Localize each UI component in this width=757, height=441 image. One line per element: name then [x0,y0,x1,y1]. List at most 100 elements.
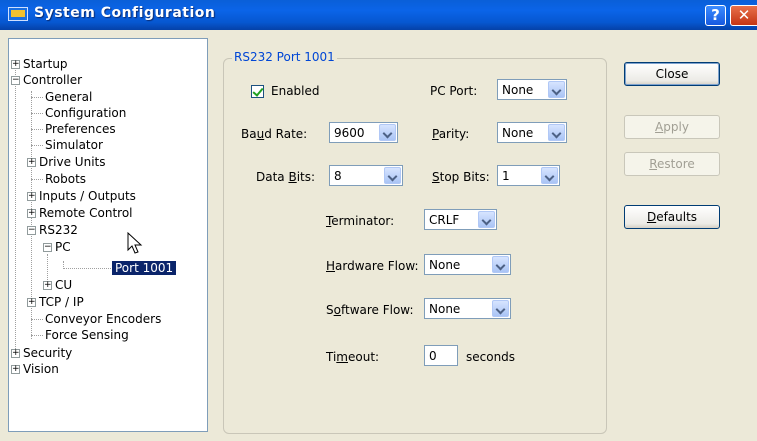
software-flow-select[interactable]: None [424,298,511,319]
help-button[interactable]: ? [705,5,726,26]
expand-icon[interactable]: + [27,158,36,167]
collapse-icon[interactable]: − [27,226,36,235]
tree-label: Conveyor Encoders [45,312,162,326]
title-bar[interactable]: System Configuration ? ✕ [0,0,757,30]
enabled-checkbox[interactable] [251,85,264,98]
restore-button[interactable]: Restore [624,152,720,176]
apply-button[interactable]: Apply [624,115,720,139]
stop-bits-label: Stop Bits: [432,170,490,184]
hardware-flow-label: Hardware Flow: [326,259,419,273]
dropdown-arrow-icon[interactable] [541,167,558,184]
tree-label: Vision [23,362,59,376]
tree-label: Security [23,346,73,360]
tree-connector [31,179,43,180]
expand-icon[interactable]: + [11,349,20,358]
tree-label: Configuration [45,106,127,120]
dropdown-arrow-icon[interactable] [492,300,509,317]
tree-label: Controller [23,73,83,87]
dropdown-arrow-icon[interactable] [478,211,495,228]
defaults-button[interactable]: Defaults [624,205,720,229]
tree-connector [31,145,43,146]
tree-connector [31,319,43,320]
tree-connector [31,129,43,130]
tree-label: Inputs / Outputs [39,189,136,203]
settings-tree[interactable]: + Startup − Controller General Configura… [8,38,208,432]
tree-connector [15,67,16,353]
data-bits-select[interactable]: 8 [329,165,403,186]
close-window-button[interactable]: ✕ [730,5,757,26]
parity-select[interactable]: None [497,122,567,143]
pc-port-select[interactable]: None [497,79,567,100]
tree-item-port-1001[interactable]: Port 1001 [112,260,177,276]
expand-icon[interactable]: + [27,209,36,218]
tree-connector [31,97,43,98]
dropdown-arrow-icon[interactable] [548,124,565,141]
tree-label: Remote Control [39,206,133,220]
close-button[interactable]: Close [624,62,720,86]
combo-value: None [502,126,534,140]
tree-label: Startup [23,57,68,71]
parity-label: Parity: [432,127,470,141]
expand-icon[interactable]: + [27,192,36,201]
timeout-label: Timeout: [326,350,380,364]
app-icon [8,7,28,21]
system-configuration-window: System Configuration ? ✕ + Startup − Con… [0,0,757,441]
combo-value: None [429,302,461,316]
tree-label: TCP / IP [39,295,84,309]
tree-item-robots[interactable]: Robots [45,171,86,187]
data-bits-label: Data Bits: [256,170,316,184]
combo-value: 1 [502,169,510,183]
tree-item-force-sensing[interactable]: Force Sensing [45,327,129,343]
baud-rate-label: Baud Rate: [241,127,308,141]
tree-label: Preferences [45,122,116,136]
close-icon: ✕ [737,6,751,24]
dropdown-arrow-icon[interactable] [492,256,509,273]
hardware-flow-select[interactable]: None [424,254,511,275]
tree-label: CU [55,278,73,292]
combo-value: CRLF [429,213,460,227]
tree-connector [31,335,43,336]
help-icon: ? [711,6,720,24]
tree-item-preferences[interactable]: Preferences [45,121,116,137]
expand-icon[interactable]: + [27,298,36,307]
dropdown-arrow-icon[interactable] [548,81,565,98]
terminator-select[interactable]: CRLF [424,209,497,230]
combo-value: 9600 [334,126,365,140]
tree-item-general[interactable]: General [45,89,92,105]
timeout-unit: seconds [466,350,516,364]
combo-value: None [429,258,461,272]
combo-value: None [502,83,534,97]
tree-item-conveyor-encoders[interactable]: Conveyor Encoders [45,311,161,327]
baud-rate-select[interactable]: 9600 [329,122,398,143]
expand-icon[interactable]: + [43,281,52,290]
expand-icon[interactable]: + [11,365,20,374]
tree-label: Robots [45,172,87,186]
dropdown-arrow-icon[interactable] [379,124,396,141]
terminator-label: Terminator: [326,214,395,228]
combo-value: 8 [334,169,342,183]
window-title: System Configuration [34,5,216,21]
collapse-icon[interactable]: − [11,76,20,85]
stop-bits-select[interactable]: 1 [497,165,560,186]
tree-connector [31,113,43,114]
rs232-port-group [223,58,607,434]
mouse-cursor-icon [127,232,143,254]
collapse-icon[interactable]: − [43,243,52,252]
tree-label: Force Sensing [45,328,129,342]
enabled-label: Enabled [271,84,320,98]
pc-port-label: PC Port: [430,84,478,98]
tree-label: Simulator [45,138,103,152]
tree-item-configuration[interactable]: Configuration [45,105,126,121]
tree-connector [63,268,111,269]
expand-icon[interactable]: + [11,60,20,69]
timeout-input[interactable]: 0 [424,345,458,366]
tree-label: RS232 [39,223,78,237]
tree-item-simulator[interactable]: Simulator [45,137,103,153]
group-title: RS232 Port 1001 [232,50,337,64]
dropdown-arrow-icon[interactable] [384,167,401,184]
software-flow-label: Software Flow: [326,303,414,317]
timeout-value: 0 [429,349,437,363]
tree-label: PC [55,240,71,254]
tree-label: Port 1001 [112,261,177,275]
tree-label: Drive Units [39,155,106,169]
